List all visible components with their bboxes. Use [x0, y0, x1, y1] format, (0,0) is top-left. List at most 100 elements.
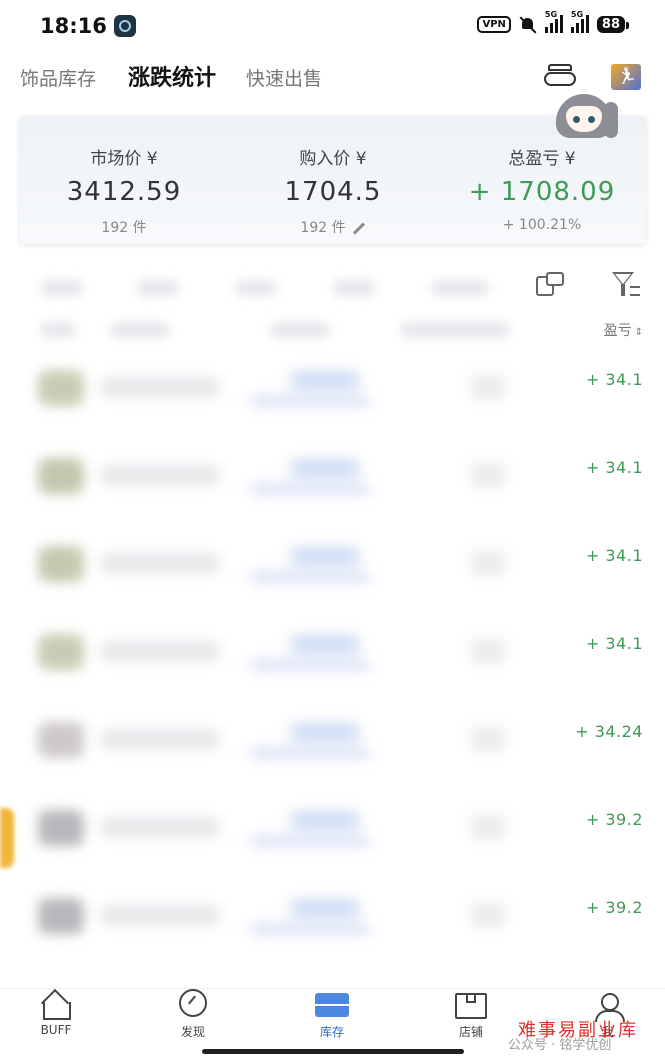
- item-name: [100, 554, 220, 572]
- discover-icon: [179, 989, 207, 1019]
- filter-chip[interactable]: [430, 280, 490, 296]
- item-trend-chart: [250, 630, 380, 680]
- signal-icon: 5G: [544, 10, 563, 33]
- nav-shop[interactable]: 店铺: [431, 993, 511, 1040]
- item-pl: + 34.24: [575, 722, 643, 741]
- item-trend-chart: [250, 542, 380, 592]
- tab-inventory[interactable]: 饰品库存: [20, 64, 96, 91]
- item-name: [100, 378, 220, 396]
- list-item[interactable]: + 39.2: [0, 868, 665, 956]
- filter-chip[interactable]: [136, 280, 180, 296]
- app-notification-icon: [114, 15, 136, 37]
- list-item[interactable]: + 34.1: [0, 604, 665, 692]
- purchase-price-sub: 192 件: [229, 217, 437, 237]
- market-price-value: 3412.59: [66, 177, 182, 207]
- item-name: [100, 906, 220, 924]
- total-pl-label: 总盈亏 ¥: [508, 149, 576, 169]
- home-icon: [40, 993, 72, 1020]
- sort-by-pl[interactable]: 盈亏 ⇕: [604, 320, 643, 340]
- list-item[interactable]: + 34.1: [0, 516, 665, 604]
- nav-inventory[interactable]: 库存: [292, 993, 372, 1040]
- list-item[interactable]: + 34.24: [0, 692, 665, 780]
- filter-icon[interactable]: [612, 272, 642, 300]
- item-pl: + 34.1: [585, 458, 643, 477]
- item-trend-chart: [250, 366, 380, 416]
- item-name: [100, 466, 220, 484]
- filter-chip[interactable]: [234, 280, 278, 296]
- status-time: 18:16: [40, 14, 107, 38]
- item-name: [100, 818, 220, 836]
- edit-pencil-icon[interactable]: [352, 221, 365, 235]
- item-thumbnail: [38, 810, 84, 846]
- item-quantity: [470, 550, 506, 576]
- item-trend-chart: [250, 806, 380, 856]
- shop-icon: [455, 993, 487, 1019]
- item-quantity: [470, 638, 506, 664]
- nav-label: 店铺: [458, 1025, 483, 1039]
- export-icon[interactable]: [536, 272, 566, 298]
- item-pl: + 39.2: [585, 898, 643, 917]
- mute-icon: [519, 15, 537, 33]
- signal-icon-2: 5G: [570, 10, 589, 33]
- item-name: [100, 642, 220, 660]
- mascot-avatar[interactable]: [552, 92, 620, 142]
- runner-app-icon[interactable]: [611, 64, 641, 90]
- market-price-column: 市场价 ¥ 3412.59 192 件: [20, 116, 228, 237]
- item-quantity: [470, 374, 506, 400]
- battery-indicator: 88: [596, 15, 630, 33]
- watermark-account: 公众号 · 铭学优创: [508, 1038, 612, 1053]
- purchase-price-value: 1704.5: [284, 177, 382, 207]
- home-indicator[interactable]: [202, 1049, 464, 1054]
- item-quantity: [470, 902, 506, 928]
- nav-discover[interactable]: 发现: [153, 989, 233, 1040]
- item-trend-chart: [250, 718, 380, 768]
- sort-label-text: 盈亏: [603, 323, 632, 339]
- market-price-count: 192 件: [101, 220, 147, 236]
- floating-side-tab[interactable]: [0, 808, 14, 868]
- item-quantity: [470, 726, 506, 752]
- tab-quick-sell[interactable]: 快速出售: [246, 64, 322, 91]
- total-pl-value: + 1708.09: [468, 177, 616, 207]
- inventory-icon: [315, 993, 349, 1019]
- column-header: [40, 322, 76, 338]
- purchase-price-column: 购入价 ¥ 1704.5 192 件: [229, 116, 437, 237]
- item-thumbnail: [38, 722, 84, 758]
- nav-label: BUFF: [40, 1023, 72, 1037]
- item-thumbnail: [38, 898, 84, 934]
- sort-arrows-icon: ⇕: [634, 327, 643, 338]
- status-bar: 18:16 VPN 5G 5G 88: [0, 0, 665, 52]
- purchase-price-label: 购入价 ¥: [299, 149, 367, 169]
- tab-price-stats[interactable]: 涨跌统计: [128, 60, 216, 92]
- list-item[interactable]: + 39.2: [0, 780, 665, 868]
- item-quantity: [470, 814, 506, 840]
- item-pl: + 34.1: [585, 370, 643, 389]
- item-thumbnail: [38, 546, 84, 582]
- purchase-price-count: 192 件: [300, 220, 346, 236]
- signal-label-2: 5G: [570, 10, 584, 19]
- status-indicators: VPN 5G 5G 88: [477, 10, 630, 33]
- item-pl: + 39.2: [585, 810, 643, 829]
- item-quantity: [470, 462, 506, 488]
- list-item[interactable]: + 34.1: [0, 428, 665, 516]
- filter-chip[interactable]: [332, 280, 376, 296]
- list-item[interactable]: + 34.1: [0, 340, 665, 428]
- signal-label: 5G: [544, 10, 558, 19]
- item-name: [100, 730, 220, 748]
- filter-chip[interactable]: [40, 280, 84, 296]
- item-list: + 34.1 + 34.1 + 34.1 + 34.1 + 34.24 + 39…: [0, 340, 665, 956]
- column-header: [110, 322, 170, 338]
- item-thumbnail: [38, 634, 84, 670]
- vpn-badge: VPN: [477, 15, 511, 33]
- total-pl-percent: + 100.21%: [502, 217, 582, 233]
- item-thumbnail: [38, 370, 84, 406]
- item-pl: + 34.1: [585, 546, 643, 565]
- nav-buff[interactable]: BUFF: [16, 993, 96, 1037]
- item-thumbnail: [38, 458, 84, 494]
- column-header: [270, 322, 330, 338]
- column-header: [400, 322, 510, 338]
- item-pl: + 34.1: [585, 634, 643, 653]
- top-tabs: 饰品库存 涨跌统计 快速出售: [20, 60, 354, 96]
- storage-box-icon[interactable]: [544, 64, 576, 88]
- item-trend-chart: [250, 454, 380, 504]
- item-trend-chart: [250, 894, 380, 944]
